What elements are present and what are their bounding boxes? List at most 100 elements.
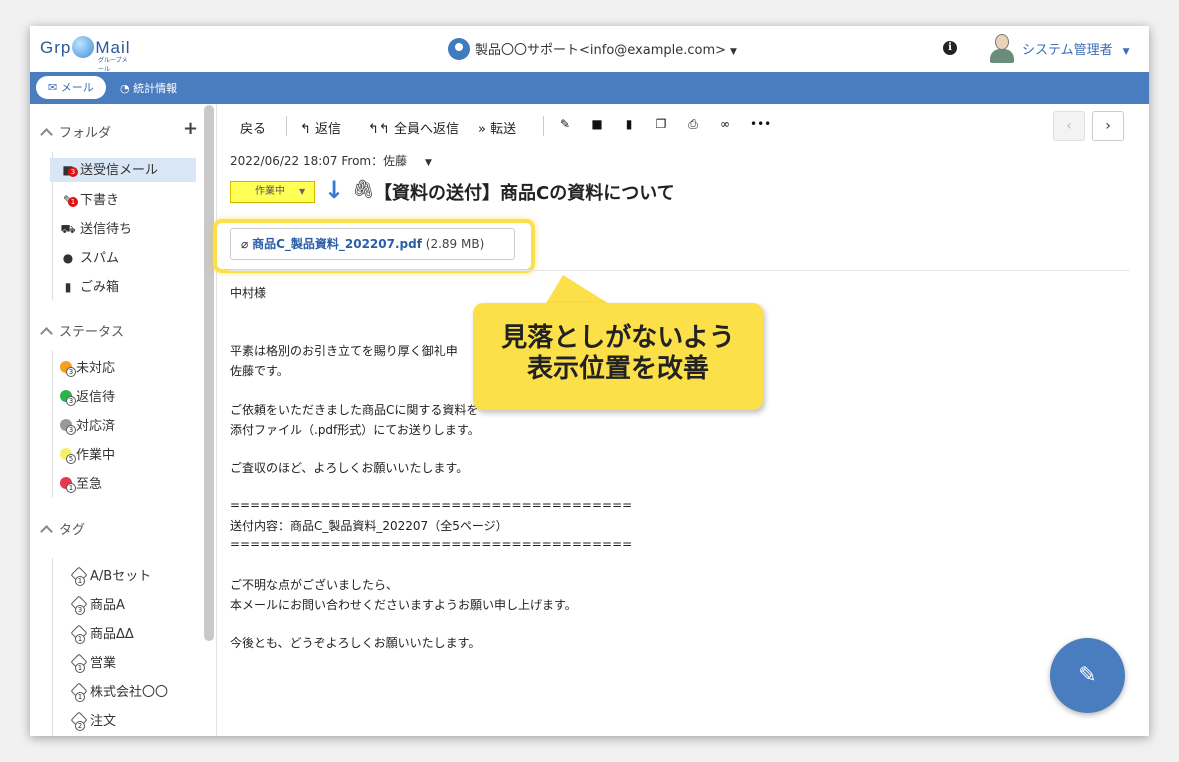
sidebar-item-outbox[interactable]: ⛟ 送信待ち xyxy=(60,217,132,241)
forward-button[interactable]: » 転送 xyxy=(478,118,516,137)
status-select[interactable]: 作業中 ▼ xyxy=(230,181,315,203)
app-window: Grp Mail グループメール 製品〇〇サポート<info@example.co… xyxy=(30,26,1149,736)
user-menu[interactable]: システム管理者 ▼ xyxy=(988,32,1130,64)
sidebar-item-tag[interactable]: 1 商品ΔΔ xyxy=(70,623,134,647)
sidebar-item-sent-received[interactable]: ■3送受信メール xyxy=(50,158,196,182)
toolbar-divider xyxy=(543,116,544,136)
body-line: 佐藤です。 xyxy=(230,364,289,378)
add-folder-button[interactable]: + xyxy=(183,118,198,139)
sidebar-item-status-unhandled[interactable]: 3 未対応 xyxy=(60,357,115,381)
info-icon[interactable]: i xyxy=(943,41,957,55)
reply-button[interactable]: ↰ 返信 xyxy=(300,118,341,137)
body-line: ======================================== xyxy=(230,498,633,512)
more-icon[interactable]: ••• xyxy=(750,117,771,133)
nav-bar: ✉ メール ◔ 統計情報 xyxy=(30,72,1149,104)
sidebar-item-status-in-progress[interactable]: 5 作業中 xyxy=(60,444,115,468)
nav-tab-stats-label: 統計情報 xyxy=(133,82,178,95)
status-dot-icon: 3 xyxy=(60,361,76,377)
chevron-up-icon xyxy=(40,525,53,538)
header-divider xyxy=(230,270,1130,271)
trash-icon[interactable]: ▮ xyxy=(622,117,636,133)
link-icon[interactable]: ∞ xyxy=(718,117,732,133)
mail-subject: 【資料の送付】商品Cの資料について xyxy=(374,183,675,204)
body-line: 中村様 xyxy=(230,286,267,300)
group-icon xyxy=(448,38,470,60)
tag-icon: 1 xyxy=(70,569,86,586)
toolbar-divider xyxy=(286,116,287,136)
back-button[interactable]: 戻る xyxy=(240,118,266,137)
pencil-icon: ✎1 xyxy=(60,188,78,212)
sidebar-item-tag[interactable]: 2 注文 xyxy=(70,710,116,734)
account-label: 製品〇〇サポート<info@example.com> xyxy=(475,43,727,58)
sidebar-scrollbar[interactable] xyxy=(204,105,214,641)
tag-icon: 3 xyxy=(70,598,86,615)
folder-icon: ■3 xyxy=(60,158,78,182)
sidebar-item-tag[interactable]: 1 営業 xyxy=(70,652,116,676)
folders-section-header[interactable]: フォルダ xyxy=(40,122,111,141)
body-line: 平素は格別のお引き立てを賜り厚く御礼申 xyxy=(230,344,458,358)
status-dot-icon: 5 xyxy=(60,448,76,464)
sidebar-item-tag[interactable]: 1 A/Bセット xyxy=(70,565,151,589)
paperclip-icon: ⌀ xyxy=(241,237,249,251)
trash-icon: ▮ xyxy=(64,280,72,294)
chevron-down-icon: ▼ xyxy=(299,187,306,196)
nav-tab-mail-label: メール xyxy=(60,81,94,94)
user-name: システム管理者 xyxy=(1022,43,1113,58)
reply-all-button[interactable]: ↰↰ 全員へ返信 xyxy=(368,118,459,137)
chevron-up-icon xyxy=(40,327,53,340)
body-line: ご査収のほど、よろしくお願いいたします。 xyxy=(230,461,469,475)
sidebar-item-status-awaiting-reply[interactable]: 3 返信待 xyxy=(60,386,115,410)
sidebar-item-tag[interactable]: 3 商品A xyxy=(70,594,125,618)
attachment-filename[interactable]: 商品C_製品資料_202207.pdf xyxy=(252,237,422,251)
folder-move-icon[interactable]: ■ xyxy=(590,117,604,133)
body-line: ご不明な点がございましたら、 xyxy=(230,578,399,592)
body-line: ご依頼をいただきました商品Cに関する資料を xyxy=(230,403,479,417)
tag-icon: 1 xyxy=(70,685,86,702)
sidebar-divider xyxy=(216,104,217,736)
copy-icon[interactable]: ❐ xyxy=(654,117,668,133)
chevron-down-icon[interactable]: ▼ xyxy=(425,158,432,168)
account-selector[interactable]: 製品〇〇サポート<info@example.com> ▼ xyxy=(448,38,737,60)
sidebar-item-status-done[interactable]: 3 対応済 xyxy=(60,415,115,439)
attachment-chip[interactable]: ⌀ 商品C_製品資料_202207.pdf (2.89 MB) xyxy=(230,228,515,260)
pie-chart-icon: ◔ xyxy=(120,82,130,95)
prev-mail-button[interactable]: ‹ xyxy=(1053,111,1085,141)
sidebar-item-drafts[interactable]: ✎1下書き xyxy=(60,188,119,212)
status-dot-icon: 3 xyxy=(60,390,76,406)
tags-section-header[interactable]: タグ xyxy=(40,519,85,538)
nav-tab-stats[interactable]: ◔ 統計情報 xyxy=(120,80,177,96)
attachment-size: (2.89 MB) xyxy=(425,237,485,251)
callout-line: 表示位置を改善 xyxy=(526,354,709,384)
reply-icon: ↰ xyxy=(300,122,311,137)
mail-meta: 2022/06/22 18:07 From：佐藤 ▼ xyxy=(230,152,432,169)
callout-line: 見落としがないよう xyxy=(501,323,735,353)
outbox-icon: ⛟ xyxy=(60,222,76,236)
logo-subtitle: グループメール xyxy=(98,58,128,73)
sidebar-item-tag[interactable]: 1 株式会社〇〇 xyxy=(70,681,168,705)
body-line: 送付内容：商品C_製品資料_202207（全5ページ） xyxy=(230,519,508,533)
pencil-icon: ✎ xyxy=(1078,663,1097,688)
envelope-icon: ✉ xyxy=(48,81,58,94)
body-line: 本メールにお問い合わせくださいますようお願い申し上げます。 xyxy=(230,598,577,612)
status-dot-icon: 3 xyxy=(60,419,76,435)
sidebar-item-spam[interactable]: ● スパム xyxy=(60,246,119,270)
compose-button[interactable]: ✎ xyxy=(1050,638,1125,713)
tag-icon: 2 xyxy=(70,714,86,731)
nav-tab-mail[interactable]: ✉ メール xyxy=(36,76,106,99)
logo[interactable]: Grp Mail グループメール xyxy=(40,36,131,73)
next-mail-button[interactable]: › xyxy=(1092,111,1124,141)
sidebar-item-status-urgent[interactable]: 1 至急 xyxy=(60,473,102,497)
arrow-down-icon: ↓ xyxy=(324,176,345,204)
body-line: 今後とも、どうぞよろしくお願いいたします。 xyxy=(230,636,481,650)
forward-icon: » xyxy=(478,122,486,137)
sidebar-item-trash[interactable]: ▮ ごみ箱 xyxy=(60,275,119,299)
callout-tail xyxy=(545,275,611,305)
status-section-header[interactable]: ステータス xyxy=(40,321,124,340)
edit-icon[interactable]: ✎ xyxy=(558,117,572,133)
paperclip-icon: 🖇 xyxy=(352,179,375,200)
globe-icon xyxy=(72,36,95,58)
print-icon[interactable]: ⎙ xyxy=(686,117,700,133)
reply-all-icon: ↰↰ xyxy=(368,122,390,137)
tag-icon: 1 xyxy=(70,656,86,673)
tag-icon: 1 xyxy=(70,627,86,644)
